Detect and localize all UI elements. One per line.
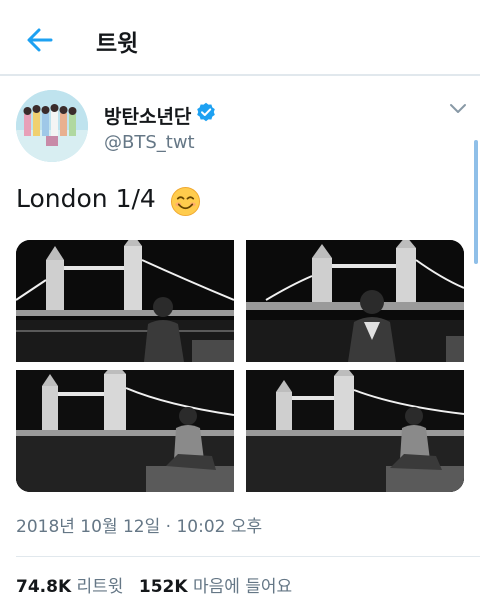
retweets-count: 74.8K: [16, 577, 72, 597]
likes-stat[interactable]: 152K 마음에 들어요: [139, 577, 292, 597]
smiling-face-emoji: [170, 186, 201, 217]
tweet-timestamp[interactable]: 2018년 10월 12일 · 10:02 오후: [16, 512, 262, 537]
top-app-bar: 트윗: [0, 0, 480, 76]
display-name[interactable]: 방탄소년단: [104, 102, 191, 129]
chevron-down-icon[interactable]: [448, 102, 468, 116]
tweet-photo-3[interactable]: [16, 370, 234, 492]
verified-badge-icon: [197, 102, 215, 122]
likes-label: 마음에 들어요: [192, 577, 293, 597]
page-title: 트윗: [96, 31, 139, 57]
scrollbar[interactable]: [474, 140, 478, 264]
likes-count: 152K: [138, 577, 188, 597]
tweet-photo-1[interactable]: [16, 240, 234, 362]
retweets-label: 리트윗: [76, 577, 124, 597]
user-handle[interactable]: @BTS_twt: [104, 132, 195, 153]
divider: [16, 556, 480, 557]
tweet-photo-4[interactable]: [246, 370, 464, 492]
tweet-photo-2[interactable]: [246, 240, 464, 362]
arrow-left-icon: [27, 28, 53, 52]
tweet-text: London 1/4: [16, 184, 156, 213]
retweets-stat[interactable]: 74.8K 리트윗: [16, 577, 129, 597]
avatar[interactable]: [16, 90, 88, 162]
back-button[interactable]: [24, 24, 56, 56]
tweet-stats: 74.8K 리트윗 152K 마음에 들어요: [16, 572, 292, 597]
